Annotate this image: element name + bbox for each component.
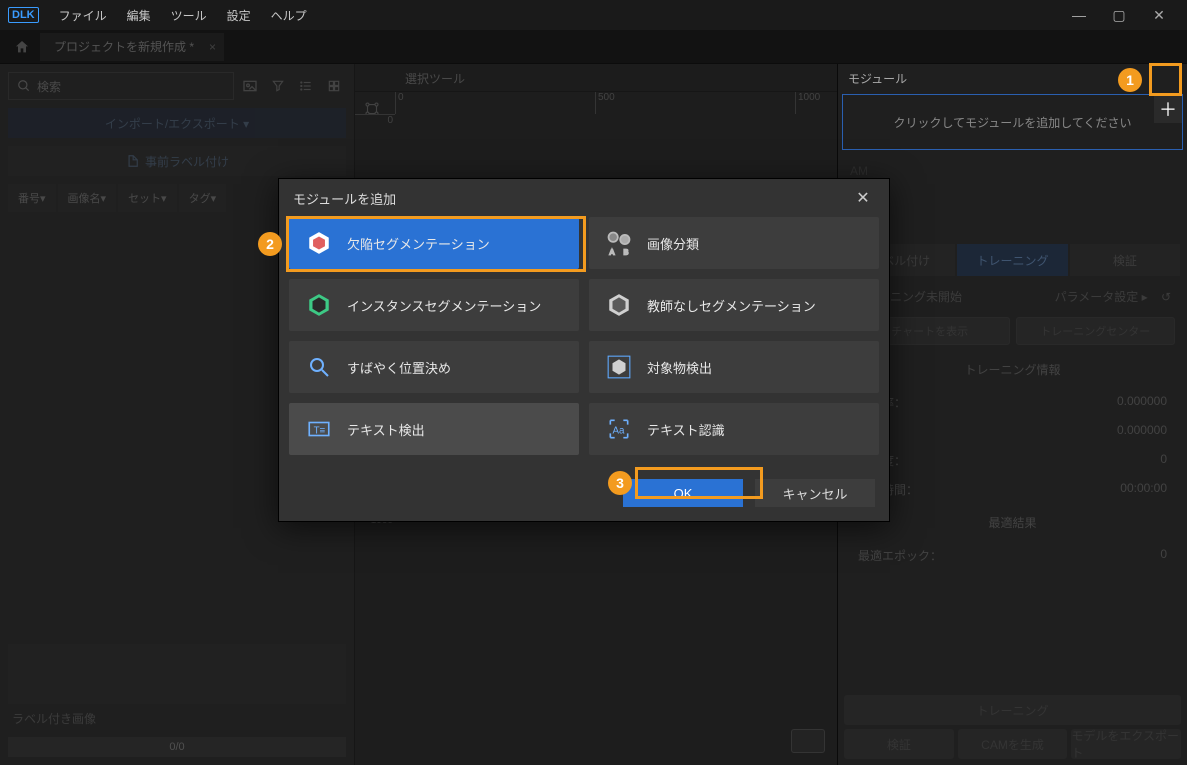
col-tag[interactable]: タグ▾ — [179, 184, 227, 212]
add-module-box[interactable]: クリックしてモジュールを追加してください ＋ — [842, 94, 1183, 150]
search-placeholder: 検索 — [37, 78, 61, 95]
card-defect-segmentation[interactable]: 欠陥セグメンテーション — [289, 217, 579, 269]
hidden-section-label: AM — [838, 158, 1187, 184]
training-panel: トレーニング未開始 パラメータ設定 ▸ ↺ チャートを表示 トレーニングセンター… — [844, 282, 1181, 683]
card-label: テキスト認識 — [647, 420, 725, 439]
card-label: 教師なしセグメンテーション — [647, 296, 816, 315]
lr-value: 0.000000 — [1117, 394, 1167, 411]
elapsed-value: 00:00:00 — [1120, 481, 1167, 498]
card-fast-positioning[interactable]: すばやく位置決め — [289, 341, 579, 393]
tab-bar: プロジェクトを新規作成 * × — [0, 30, 1187, 64]
training-center-button[interactable]: トレーニングセンター — [1016, 317, 1176, 345]
card-label: すばやく位置決め — [347, 358, 451, 377]
card-text-recognition[interactable]: Aa テキスト認識 — [589, 403, 879, 455]
card-label: インスタンスセグメンテーション — [347, 296, 541, 315]
project-tab-title: プロジェクトを新規作成 * — [54, 38, 194, 55]
card-label: 欠陥セグメンテーション — [347, 234, 490, 253]
card-instance-segmentation[interactable]: インスタンスセグメンテーション — [289, 279, 579, 331]
acc-value: 0 — [1160, 452, 1167, 469]
dialog-title: モジュールを追加 — [293, 189, 396, 208]
tab-close-icon[interactable]: × — [209, 40, 216, 54]
prelabel-label: 事前ラベル付け — [145, 153, 229, 170]
best-result-title: 最適結果 — [844, 504, 1181, 541]
search-input[interactable]: 検索 — [8, 72, 234, 100]
param-settings-link[interactable]: パラメータ設定 ▸ — [1055, 290, 1148, 304]
tab-verify[interactable]: 検証 — [1070, 244, 1180, 276]
magnifier-icon — [305, 353, 333, 381]
window-close-icon[interactable]: ✕ — [1139, 0, 1179, 30]
gencam-button[interactable]: CAMを生成 — [958, 729, 1068, 759]
window-minimize-icon[interactable]: — — [1059, 0, 1099, 30]
svg-text:A: A — [610, 250, 615, 257]
menu-edit[interactable]: 編集 — [127, 7, 151, 24]
add-module-dialog: モジュールを追加 ✕ 欠陥セグメンテーション AB 画像分類 インスタンスセグメ… — [278, 178, 890, 522]
callout-3: 3 — [608, 471, 632, 495]
card-object-detection[interactable]: 対象物検出 — [589, 341, 879, 393]
hexagon-blue-icon — [605, 353, 633, 381]
card-unsupervised-segmentation[interactable]: 教師なしセグメンテーション — [589, 279, 879, 331]
window-maximize-icon[interactable]: ▢ — [1099, 0, 1139, 30]
menu-help[interactable]: ヘルプ — [271, 7, 307, 24]
loss-value: 0.000000 — [1117, 423, 1167, 440]
menu-settings[interactable]: 設定 — [227, 7, 251, 24]
app-logo: DLK — [8, 7, 39, 23]
menu-file[interactable]: ファイル — [59, 7, 107, 24]
best-epoch-label: 最適エポック： — [858, 547, 942, 564]
image-icon[interactable] — [238, 74, 262, 98]
text-detect-icon: T≡ — [305, 415, 333, 443]
ab-tool-icon: AB — [605, 229, 633, 257]
add-module-hint: クリックしてモジュールを追加してください — [893, 114, 1131, 131]
thumbnail-strip — [8, 644, 346, 704]
callout-2: 2 — [258, 232, 282, 256]
train-button[interactable]: トレーニング — [844, 695, 1181, 725]
svg-text:Aa: Aa — [613, 425, 626, 436]
card-label: 画像分類 — [647, 234, 699, 253]
card-image-classification[interactable]: AB 画像分類 — [589, 217, 879, 269]
hexagon-icon — [305, 229, 333, 257]
col-number[interactable]: 番号▾ — [8, 184, 56, 212]
best-epoch-value: 0 — [1160, 547, 1167, 564]
dialog-close-icon[interactable]: ✕ — [851, 188, 875, 208]
tab-training[interactable]: トレーニング — [957, 244, 1067, 276]
export-model-button[interactable]: モデルをエクスポート — [1071, 729, 1181, 759]
training-info-title: トレーニング情報 — [844, 351, 1181, 388]
filter-icon[interactable] — [266, 74, 290, 98]
cancel-button[interactable]: キャンセル — [755, 479, 875, 507]
pager: 0/0 — [8, 737, 346, 757]
col-imagename[interactable]: 画像名▾ — [58, 184, 117, 212]
grid-icon[interactable] — [322, 74, 346, 98]
import-export-button[interactable]: インポート/エクスポート ▾ — [8, 108, 346, 138]
ruler-horizontal: 0 500 1000 — [395, 92, 837, 114]
add-module-plus-icon[interactable]: ＋ — [1154, 95, 1182, 123]
right-footer: トレーニング 検証 CAMを生成 モデルをエクスポート — [838, 689, 1187, 765]
menu-bar: DLK ファイル 編集 ツール 設定 ヘルプ — ▢ ✕ — [0, 0, 1187, 30]
col-set[interactable]: セット▾ — [118, 184, 177, 212]
list-icon[interactable] — [294, 74, 318, 98]
menu-tool[interactable]: ツール — [171, 7, 207, 24]
card-label: テキスト検出 — [347, 420, 425, 439]
home-icon[interactable] — [8, 33, 36, 61]
project-tab[interactable]: プロジェクトを新規作成 * × — [40, 33, 224, 61]
ok-button[interactable]: OK — [623, 479, 743, 507]
verify-button[interactable]: 検証 — [844, 729, 954, 759]
text-recog-icon: Aa — [605, 415, 633, 443]
svg-text:T≡: T≡ — [314, 425, 326, 436]
prelabel-button[interactable]: 事前ラベル付け — [8, 146, 346, 176]
hexagon-gray-icon — [605, 291, 633, 319]
hexagon-green-icon — [305, 291, 333, 319]
card-label: 対象物検出 — [647, 358, 712, 377]
select-tool-label: 選択ツール — [395, 64, 837, 91]
history-icon[interactable]: ↺ — [1161, 290, 1171, 304]
svg-text:B: B — [624, 250, 629, 257]
callout-1: 1 — [1118, 68, 1142, 92]
labeled-images-label: ラベル付き画像 — [8, 704, 346, 733]
keyboard-icon[interactable] — [791, 729, 825, 753]
card-text-detection[interactable]: T≡ テキスト検出 — [289, 403, 579, 455]
